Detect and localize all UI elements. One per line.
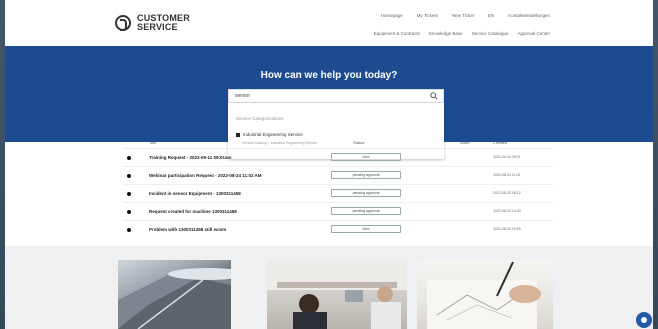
row-bullet [127,228,131,232]
ticket-date: 2022-08-20 10:05 [493,227,521,231]
logo-icon [115,15,131,31]
road-image[interactable] [118,260,231,329]
table-row[interactable]: Training Request - 2022-09-11 09:01am Ne… [123,148,553,166]
ticket-title[interactable]: Problem with 1300311458 still exists [149,227,226,232]
search-icon[interactable] [430,92,438,100]
ticket-title[interactable]: Request created for machine 1300311458 [149,209,237,214]
status-badge: pending approval [331,207,401,215]
site-header: CUSTOMER SERVICE Homepage My Tickets New… [5,0,653,46]
office-illustration [267,260,407,329]
chat-icon[interactable] [636,312,652,328]
status-badge: New [331,225,401,233]
brand-name: CUSTOMER SERVICE [137,14,190,32]
suggestions-heading: Service Categorizations [236,116,284,121]
ticket-title[interactable]: Incident in sensor Equipment - 130031145… [149,191,241,196]
nav-language[interactable]: EN [488,13,494,18]
nav-my-tickets[interactable]: My Tickets [417,13,438,18]
col-title[interactable]: Title [149,140,156,145]
sketch-illustration [427,261,541,329]
ticket-date: 2022-08-23 08:12 [493,191,521,195]
ticket-date: 2022-08-24 11:02 [493,173,521,177]
table-row[interactable]: Incident in sensor Equipment - 130031145… [123,184,553,202]
table-header: Title Status Ticket Created [123,136,553,148]
road-illustration [118,268,231,329]
row-bullet [127,156,131,160]
nav-knowledge-base[interactable]: Knowledge Base [429,31,463,36]
search-input[interactable]: sensor [235,93,250,99]
top-navigation: Homepage My Tickets New Ticket EN Kontak… [381,13,550,18]
status-badge: New [331,153,401,161]
col-ticket[interactable]: Ticket [459,140,470,145]
table-row[interactable]: Webinar participation Request - 2022-08-… [123,166,553,184]
page: CUSTOMER SERVICE Homepage My Tickets New… [5,0,653,329]
ticket-date: 2022-09-11 09:01 [493,155,521,159]
nav-equipment[interactable]: Equipment & Contracts [374,31,420,36]
col-status[interactable]: Status [353,140,364,145]
row-bullet [127,174,131,178]
col-created[interactable]: Created [493,140,507,145]
sketch-image[interactable] [417,260,553,329]
ticket-title[interactable]: Webinar participation Request - 2022-08-… [149,173,262,178]
hero-title: How can we help you today? [260,70,398,81]
sub-navigation: Equipment & Contracts Knowledge Base Ser… [374,31,550,36]
status-badge: pending approval [331,189,401,197]
ticket-title[interactable]: Training Request - 2022-09-11 09:01am [149,155,232,160]
nav-service-catalogue[interactable]: Service Catalogue [472,31,509,36]
row-bullet [127,210,131,214]
nav-new-ticket[interactable]: New Ticket [452,13,474,18]
search-box[interactable]: sensor [228,89,444,103]
nav-approval-center[interactable]: Approval Center [517,31,550,36]
brand-line2: SERVICE [137,22,178,32]
table-row[interactable]: Problem with 1300311458 still exists New… [123,220,553,238]
nav-contact-settings[interactable]: Kontakteinstellungen [508,13,550,18]
ticket-date: 2022-08-22 14:40 [493,209,521,213]
status-badge: pending approval [331,171,401,179]
table-row[interactable]: Request created for machine 1300311458 p… [123,202,553,220]
row-bullet [127,192,131,196]
brand-logo[interactable]: CUSTOMER SERVICE [115,14,190,32]
office-image[interactable] [267,260,407,329]
nav-homepage[interactable]: Homepage [381,13,403,18]
